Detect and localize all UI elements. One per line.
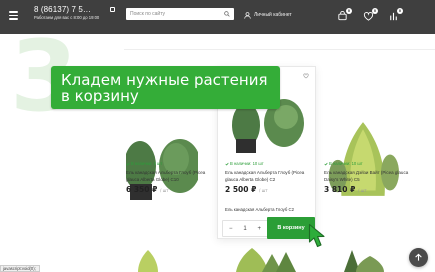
phone-number[interactable]: 8 (86137) 7 5… [34, 5, 91, 14]
favorites-button[interactable]: 0 [363, 8, 378, 21]
product-name[interactable]: Ель канадская Альберта Глоуб (Picea glau… [225, 169, 311, 183]
quantity-stepper: − 1 + [222, 220, 268, 237]
price-value: 2 500 ₽ [225, 185, 257, 194]
compare-count-badge: 0 [397, 8, 403, 14]
arrow-up-icon [415, 253, 422, 261]
product-image[interactable] [327, 104, 399, 214]
product-price: 3 810 ₽ / шт [324, 185, 367, 194]
increase-button[interactable]: + [257, 226, 261, 232]
check-icon [225, 162, 229, 165]
availability-text: В наличии: 10 шт [329, 161, 363, 166]
product-name[interactable]: Ель канадская Альберта Глоуб (Picea glau… [126, 169, 212, 183]
menu-icon[interactable] [9, 11, 18, 20]
variant-label: Ель канадская Альберта Глоуб C2 [225, 207, 295, 212]
banner-text: Кладем нужные растения в корзину [61, 71, 268, 105]
favorites-count-badge: 0 [372, 8, 378, 14]
product-name[interactable]: Ель канадская Дэйзи Вайт (Picea glauca D… [324, 169, 414, 183]
heart-icon[interactable] [189, 140, 194, 145]
availability-status: В наличии: 2 шт [126, 161, 162, 166]
tutorial-banner: Кладем нужные растения в корзину [51, 66, 280, 109]
compare-button[interactable]: 0 [388, 8, 403, 21]
heart-icon[interactable] [303, 73, 309, 79]
next-products-row [138, 248, 384, 272]
check-icon [324, 162, 328, 165]
search-icon[interactable] [224, 10, 230, 17]
decrease-button[interactable]: − [229, 226, 233, 232]
section-divider [124, 49, 435, 50]
price-unit: / шт [159, 188, 169, 193]
price-unit: / шт [357, 188, 367, 193]
availability-text: В наличии: 10 шт [230, 161, 264, 166]
availability-status: В наличии: 10 шт [225, 161, 264, 166]
product-image[interactable] [126, 104, 198, 214]
check-icon [126, 162, 130, 165]
availability-status: В наличии: 10 шт [324, 161, 363, 166]
chevron-down-icon[interactable] [110, 7, 115, 12]
cart-button[interactable]: 0 [337, 8, 352, 21]
status-bar: javascript:void(0); [0, 265, 40, 272]
scroll-to-top-button[interactable] [409, 248, 428, 267]
user-icon [244, 11, 251, 19]
account-link[interactable]: Личный кабинет [244, 11, 292, 19]
availability-text: В наличии: 2 шт [131, 161, 163, 166]
search-input[interactable] [130, 9, 218, 19]
quantity-value[interactable]: 1 [243, 226, 246, 232]
search-box [126, 8, 234, 20]
account-label: Личный кабинет [254, 12, 292, 18]
price-value: 3 810 ₽ [324, 185, 356, 194]
cart-count-badge: 0 [346, 8, 352, 14]
product-price: 2 500 ₽ / шт [225, 185, 268, 194]
product-price: 6 350 ₽ / шт [126, 185, 169, 194]
price-unit: / шт [258, 188, 268, 193]
cursor-arrow-icon [308, 223, 325, 248]
price-value: 6 350 ₽ [126, 185, 158, 194]
